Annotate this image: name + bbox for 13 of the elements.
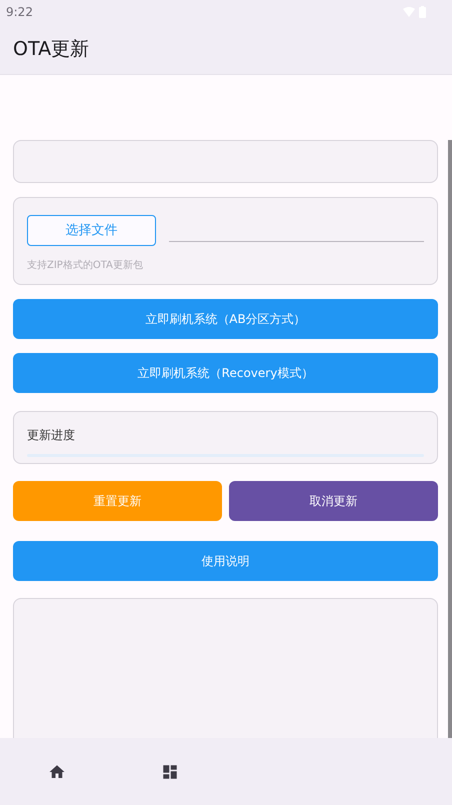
reset-button[interactable]: 重置更新: [13, 481, 222, 521]
choose-file-button[interactable]: 选择文件: [27, 215, 156, 246]
home-icon[interactable]: [48, 762, 66, 780]
cancel-button[interactable]: 取消更新: [229, 481, 438, 521]
help-button[interactable]: 使用说明: [13, 541, 438, 581]
progress-label: 更新进度: [27, 427, 76, 444]
flash-button[interactable]: 立即刷机系统（Recovery模式）: [13, 353, 438, 393]
flash-button[interactable]: 立即刷机系统（AB分区方式）: [13, 299, 438, 339]
app-title: OTA更新: [13, 36, 90, 62]
file-hint: 支持ZIP格式的OTA更新包: [27, 258, 144, 273]
status-time: 9:22: [6, 4, 33, 21]
scrollbar[interactable]: [448, 140, 452, 740]
dashboard-icon[interactable]: [160, 762, 178, 780]
